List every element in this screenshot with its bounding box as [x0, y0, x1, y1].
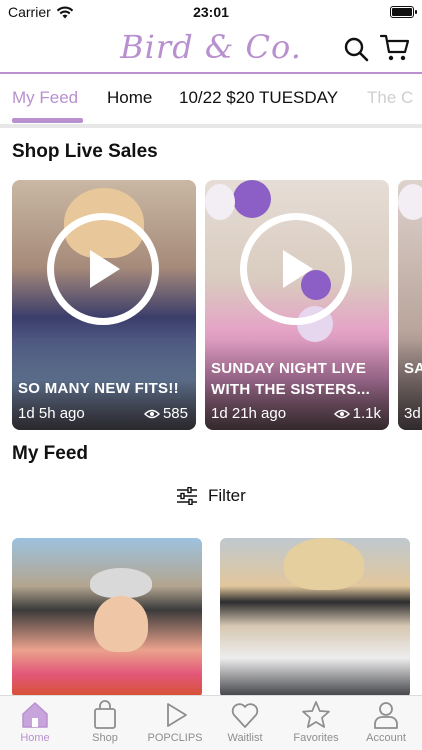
- shopping-bag-icon: [94, 700, 116, 729]
- play-button[interactable]: [47, 213, 159, 325]
- tab-tuesday-sale[interactable]: 10/22 $20 TUESDAY: [179, 88, 338, 108]
- tabs-divider: [0, 124, 422, 128]
- person-icon: [374, 702, 398, 729]
- live-card-time: 3d: [404, 405, 421, 422]
- live-card-time: 1d 21h ago: [211, 405, 287, 422]
- live-card-views: 585: [162, 405, 188, 422]
- play-icon: [283, 250, 313, 288]
- live-card-meta: 1d 21h ago 1.1k: [211, 405, 381, 422]
- clock: 23:01: [193, 4, 229, 20]
- tabbar-home[interactable]: Home: [0, 700, 70, 744]
- feed-item-photo: [90, 568, 152, 598]
- tabbar-favorites[interactable]: Favorites: [281, 700, 351, 744]
- tab-my-feed[interactable]: My Feed: [12, 88, 78, 108]
- feed-tabs: My Feed Home 10/22 $20 TUESDAY The C: [0, 78, 422, 124]
- live-sales-title: Shop Live Sales: [12, 141, 158, 162]
- search-icon[interactable]: [343, 36, 369, 62]
- live-card-meta: 3d: [404, 405, 422, 422]
- tabbar-shop[interactable]: Shop: [70, 700, 140, 744]
- live-card-title: SO MANY NEW FITS!!: [18, 380, 179, 397]
- live-card-title: SA MO: [404, 360, 422, 377]
- live-card-time: 1d 5h ago: [18, 405, 85, 422]
- tabbar-waitlist[interactable]: Waitlist: [210, 700, 280, 744]
- live-card[interactable]: SO MANY NEW FITS!! 1d 5h ago 585: [12, 180, 196, 430]
- heart-icon: [231, 703, 259, 728]
- play-icon: [167, 703, 187, 727]
- home-icon: [22, 702, 48, 728]
- live-card-meta: 1d 5h ago 585: [18, 405, 188, 422]
- header-divider: [0, 72, 422, 74]
- status-bar: Carrier 23:01: [0, 0, 422, 24]
- feed-item-photo: [284, 538, 364, 590]
- balloon-decoration: [233, 180, 271, 218]
- feed-item[interactable]: [220, 538, 410, 698]
- eye-icon: [143, 409, 160, 418]
- tabbar-account[interactable]: Account: [351, 700, 421, 744]
- battery-icon: [390, 6, 417, 18]
- feed-item[interactable]: [12, 538, 202, 698]
- balloon-decoration: [398, 184, 422, 220]
- star-icon: [302, 701, 330, 728]
- balloon-decoration: [205, 184, 235, 220]
- filter-label: Filter: [208, 486, 246, 505]
- filter-button[interactable]: Filter: [176, 484, 246, 508]
- play-icon: [90, 250, 120, 288]
- tab-the-c[interactable]: The C: [367, 88, 413, 108]
- eye-icon: [333, 409, 350, 418]
- live-card[interactable]: SA MO 3d: [398, 180, 422, 430]
- bottom-tab-bar: Home Shop POPCLIPS Waitlist Favorites Ac…: [0, 695, 422, 750]
- live-card[interactable]: SUNDAY NIGHT LIVE WITH THE SISTERS... 1d…: [205, 180, 389, 430]
- tabbar-popclips[interactable]: POPCLIPS: [140, 700, 210, 744]
- sliders-icon: [177, 487, 197, 505]
- app-header: Bird & Co.: [0, 26, 422, 72]
- live-card-views: 1.1k: [352, 405, 381, 422]
- play-button[interactable]: [240, 213, 352, 325]
- live-card-title: SUNDAY NIGHT LIVE WITH THE SISTERS...: [211, 360, 371, 398]
- cart-icon[interactable]: [380, 34, 410, 62]
- active-tab-indicator: [12, 118, 83, 123]
- my-feed-title: My Feed: [12, 443, 89, 464]
- tab-home[interactable]: Home: [107, 88, 152, 108]
